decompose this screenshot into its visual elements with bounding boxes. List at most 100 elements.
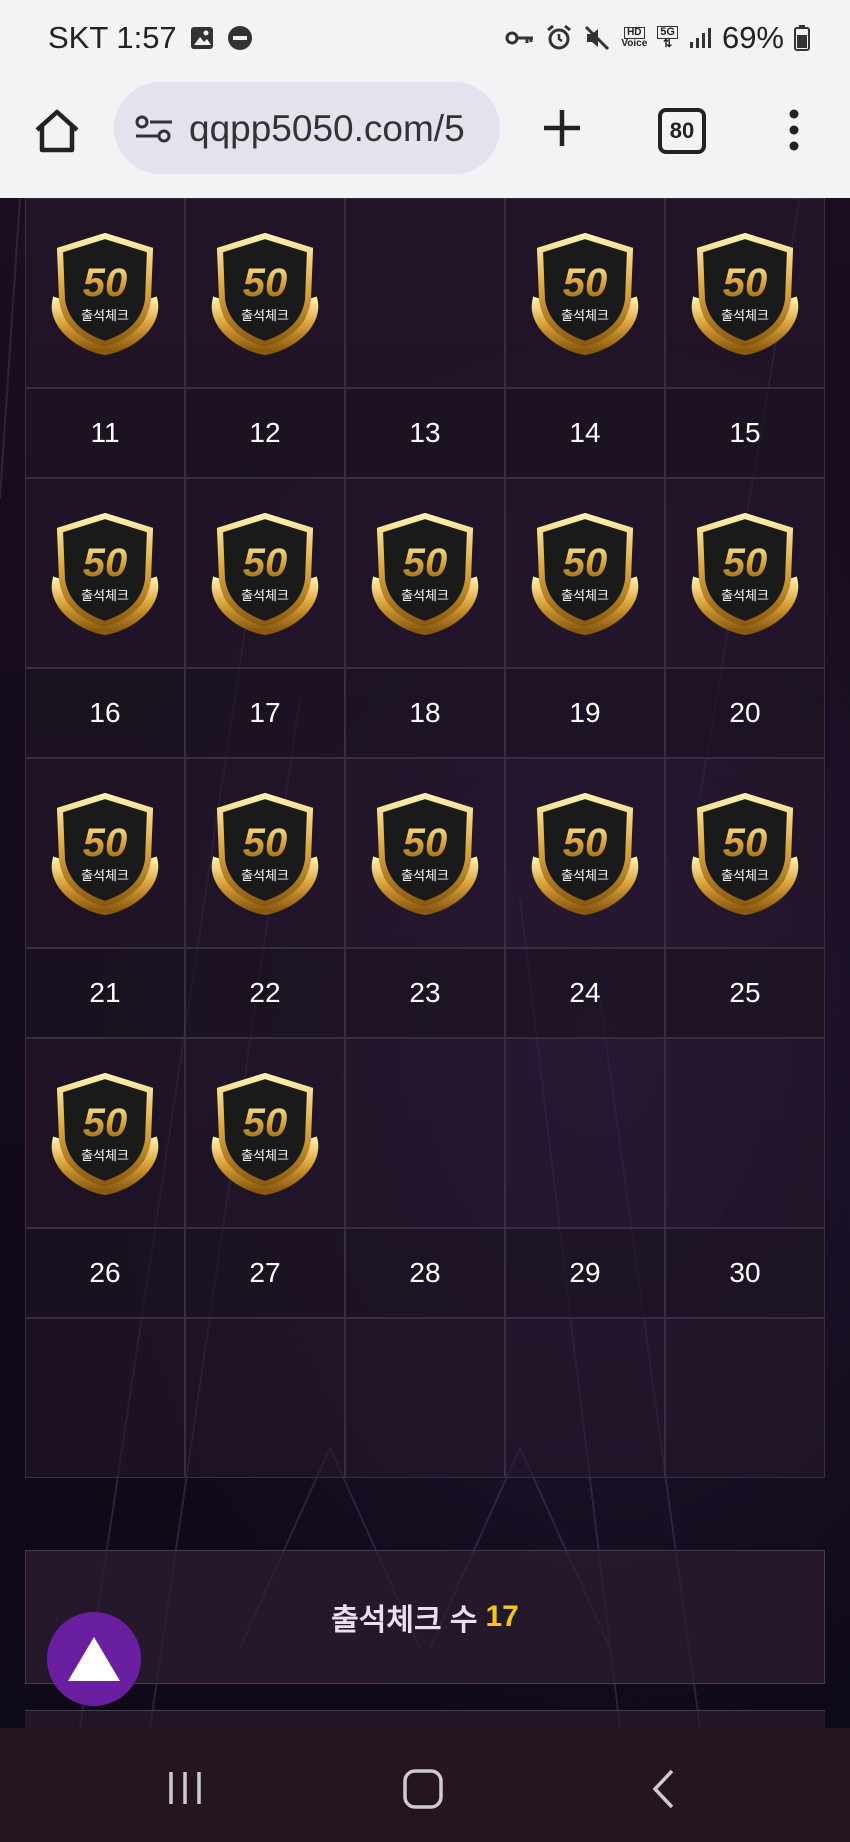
- day-number: 17: [185, 668, 345, 758]
- svg-text:50: 50: [243, 821, 288, 865]
- url-text[interactable]: qqpp5050.com/5: [189, 108, 489, 150]
- scroll-to-top-button[interactable]: [47, 1612, 141, 1706]
- attendance-badge-icon: 50 출석체크: [371, 512, 479, 636]
- attendance-badge-icon: 50 출석체크: [691, 792, 799, 916]
- day-cell: [505, 1038, 665, 1228]
- day-number: 27: [185, 1228, 345, 1318]
- svg-text:출석체크: 출석체크: [241, 869, 289, 884]
- day-cell: [345, 1038, 505, 1228]
- day-cell: 50 출석체크: [505, 198, 665, 388]
- carrier-time: SKT 1:57: [48, 20, 177, 55]
- mute-icon: [583, 24, 611, 52]
- svg-text:출석체크: 출석체크: [241, 309, 289, 324]
- attendance-badge-icon: 50 출석체크: [211, 1072, 319, 1196]
- day-cell: [345, 198, 505, 388]
- svg-text:출석체크: 출석체크: [401, 869, 449, 884]
- svg-text:출석체크: 출석체크: [561, 589, 609, 604]
- attendance-badge-icon: 50 출석체크: [211, 232, 319, 356]
- svg-text:50: 50: [563, 261, 608, 305]
- day-number: 19: [505, 668, 665, 758]
- day-cell: 50 출석체크: [505, 478, 665, 668]
- attendance-badge-icon: 50 출석체크: [531, 232, 639, 356]
- day-number: 22: [185, 948, 345, 1038]
- alarm-icon: [545, 24, 573, 52]
- day-number: 25: [665, 948, 825, 1038]
- svg-text:50: 50: [563, 541, 608, 585]
- svg-text:50: 50: [403, 821, 448, 865]
- day-cell: 50 출석체크: [665, 478, 825, 668]
- recents-icon[interactable]: [165, 1770, 205, 1806]
- day-cell: [345, 1318, 505, 1478]
- svg-text:50: 50: [83, 821, 128, 865]
- day-number: 13: [345, 388, 505, 478]
- day-cell: 50 출석체크: [185, 198, 345, 388]
- day-cell: 50 출석체크: [25, 758, 185, 948]
- new-tab-button[interactable]: [540, 106, 584, 150]
- hd-voice-icon: HD Voice: [621, 27, 648, 49]
- svg-text:출석체크: 출석체크: [81, 309, 129, 324]
- attendance-badge-icon: 50 출석체크: [51, 232, 159, 356]
- site-settings-icon[interactable]: [134, 114, 174, 144]
- image-icon: [189, 25, 215, 51]
- day-number: 30: [665, 1228, 825, 1318]
- day-cell: [665, 1038, 825, 1228]
- svg-text:50: 50: [403, 541, 448, 585]
- summary-count: 17: [485, 1600, 519, 1633]
- day-cell: 50 출석체크: [345, 478, 505, 668]
- day-cell: [185, 1318, 345, 1478]
- attendance-badge-icon: 50 출석체크: [371, 792, 479, 916]
- attendance-badge-icon: 50 출석체크: [531, 512, 639, 636]
- svg-text:50: 50: [723, 821, 768, 865]
- attendance-badge-icon: 50 출석체크: [211, 792, 319, 916]
- plus-icon: [544, 110, 580, 146]
- day-cell: [505, 1318, 665, 1478]
- day-number: 21: [25, 948, 185, 1038]
- attendance-badge-icon: 50 출석체크: [51, 1072, 159, 1196]
- svg-text:50: 50: [243, 1101, 288, 1145]
- more-menu-button[interactable]: [782, 106, 806, 154]
- svg-text:출석체크: 출석체크: [721, 589, 769, 604]
- day-cell: 50 출석체크: [185, 478, 345, 668]
- svg-text:50: 50: [723, 261, 768, 305]
- attendance-badge-icon: 50 출석체크: [211, 512, 319, 636]
- svg-text:출석체크: 출석체크: [81, 1149, 129, 1164]
- home-button[interactable]: [32, 106, 82, 156]
- svg-text:출석체크: 출석체크: [561, 309, 609, 324]
- url-bar[interactable]: qqpp5050.com/5: [114, 82, 500, 174]
- day-number: 26: [25, 1228, 185, 1318]
- 5g-icon: 5G ⇅: [657, 26, 678, 50]
- triangle-up-icon: [68, 1637, 120, 1681]
- do-not-disturb-icon: [227, 25, 253, 51]
- svg-text:50: 50: [723, 541, 768, 585]
- attendance-calendar: 50 출석체크 50 출석체크 50 출석체크 50 출석체크 11 12 13…: [25, 198, 825, 1478]
- day-cell: 50 출석체크: [665, 198, 825, 388]
- home-nav-icon[interactable]: [402, 1768, 444, 1810]
- day-number: 11: [25, 388, 185, 478]
- svg-text:50: 50: [83, 261, 128, 305]
- svg-text:출석체크: 출석체크: [721, 869, 769, 884]
- attendance-badge-icon: 50 출석체크: [691, 232, 799, 356]
- svg-text:출석체크: 출석체크: [721, 309, 769, 324]
- day-number: 23: [345, 948, 505, 1038]
- day-cell: 50 출석체크: [185, 758, 345, 948]
- svg-text:50: 50: [243, 261, 288, 305]
- svg-text:출석체크: 출석체크: [241, 1149, 289, 1164]
- day-cell: 50 출석체크: [185, 1038, 345, 1228]
- svg-text:출석체크: 출석체크: [401, 589, 449, 604]
- svg-text:출석체크: 출석체크: [241, 589, 289, 604]
- tab-switcher-button[interactable]: 80: [658, 108, 706, 154]
- home-icon: [35, 109, 79, 153]
- attendance-summary: 출석체크 수 17: [25, 1550, 825, 1684]
- summary-label: 출석체크 수: [331, 1604, 478, 1637]
- day-number: 29: [505, 1228, 665, 1318]
- back-icon[interactable]: [650, 1768, 676, 1810]
- day-number: 16: [25, 668, 185, 758]
- svg-text:50: 50: [243, 541, 288, 585]
- day-cell: 50 출석체크: [25, 478, 185, 668]
- more-vert-icon: [789, 109, 799, 151]
- key-icon: [505, 28, 535, 48]
- day-cell: [665, 1318, 825, 1478]
- attendance-badge-icon: 50 출석체크: [51, 512, 159, 636]
- svg-text:50: 50: [83, 1101, 128, 1145]
- attendance-badge-icon: 50 출석체크: [691, 512, 799, 636]
